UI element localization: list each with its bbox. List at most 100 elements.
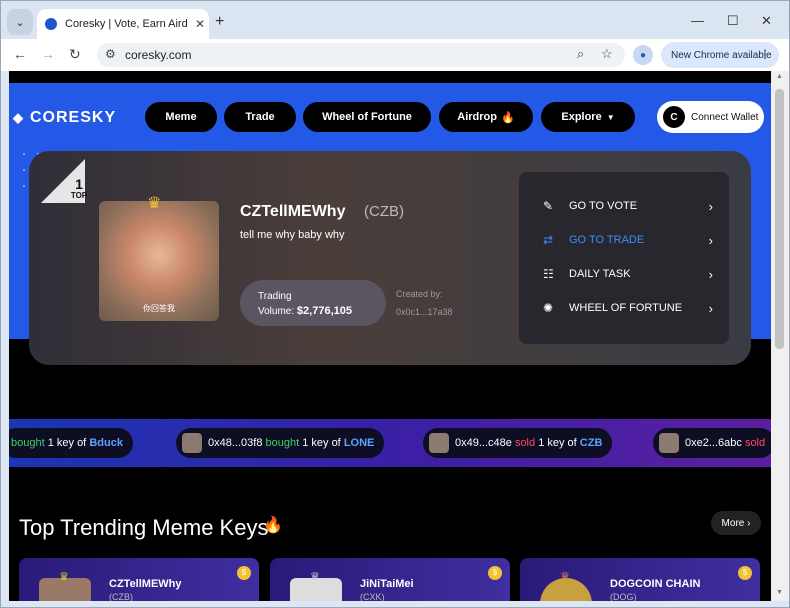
new-tab-icon[interactable]: + [215, 13, 224, 31]
reward-coin-icon: $ [488, 566, 502, 580]
wheel-icon: ✺ [543, 301, 554, 315]
ticker-token: Bduck [89, 437, 123, 449]
reload-icon[interactable]: ↻ [69, 46, 81, 63]
crown-icon: ♛ [560, 571, 570, 583]
token-ticker: (CZB) [364, 203, 404, 220]
volume-value: $2,776,105 [296, 305, 352, 317]
scroll-up-icon[interactable]: ▲ [776, 73, 783, 80]
ticker-text: 1 key of [302, 437, 341, 449]
chevron-right-icon: › [708, 266, 713, 282]
nav-explore[interactable]: Explore ▼ [541, 102, 635, 132]
profile-avatar-icon[interactable]: ● [633, 45, 653, 65]
menu-daily-task[interactable]: ☷ DAILY TASK › [543, 264, 713, 284]
browser-toolbar: ← → ↻ ⚙ coresky.com ⌕ ☆ ● New Chrome ava… [1, 39, 789, 71]
logo-text: CORESKY [30, 109, 117, 126]
trending-card[interactable]: ♛ DOGCOIN CHAIN (DOG) $ [520, 558, 760, 601]
scroll-down-icon[interactable]: ▼ [776, 589, 783, 596]
wallet-icon: C [663, 106, 685, 128]
ticker-item[interactable]: 0x48...03f8 bought 1 key of LONE [176, 428, 385, 458]
zoom-icon[interactable]: ⌕ [577, 46, 584, 62]
chevron-right-icon: › [708, 232, 713, 248]
ticker-address: 0x49...c48e [455, 437, 512, 449]
created-by-label: Created by: [396, 289, 443, 299]
page-scrollbar[interactable]: ▲ ▼ [771, 71, 789, 601]
more-label: More [721, 517, 745, 529]
activity-ticker: bought 1 key of Bduck 0x48...03f8 bought… [9, 419, 771, 467]
bookmark-star-icon[interactable]: ☆ [601, 46, 613, 62]
site-settings-icon[interactable]: ⚙ [105, 47, 116, 61]
trending-card[interactable]: ♛ CZTellMEWhy (CZB) $ [19, 558, 259, 601]
chevron-right-icon: › [708, 198, 713, 214]
crown-icon: ♛ [59, 571, 69, 583]
volume-label: Trading [258, 291, 292, 302]
menu-label: WHEEL OF FORTUNE [569, 302, 683, 314]
nav-label: Meme [165, 111, 197, 123]
ticker-item[interactable]: 0xe2...6abc sold [653, 428, 771, 458]
avatar [429, 433, 449, 453]
nav-wheel-of-fortune[interactable]: Wheel of Fortune [303, 102, 431, 132]
logo-diamond-icon: ◆ [13, 110, 24, 125]
ticker-address: 0xe2...6abc [685, 437, 742, 449]
chevron-down-icon: ⌄ [15, 16, 25, 29]
ticker-item[interactable]: bought 1 key of Bduck [9, 428, 133, 458]
ticker-token: CZB [579, 437, 603, 449]
rank-number: 1 [75, 176, 83, 192]
minimize-icon[interactable]: — [691, 13, 704, 28]
back-icon[interactable]: ← [13, 46, 27, 62]
featured-card[interactable]: 1 TOP ♛ 你回答我 CZTellMEWhy (CZB) tell me wh… [29, 151, 751, 365]
card-name: DOGCOIN CHAIN [610, 578, 701, 590]
tab-search-button[interactable]: ⌄ [7, 9, 33, 35]
reward-coin-icon: $ [738, 566, 752, 580]
trending-card[interactable]: ♛ JiNiTaiMei (CXK) $ [270, 558, 510, 601]
card-ticker: (CZB) [109, 592, 133, 601]
close-window-icon[interactable]: ✕ [761, 13, 772, 29]
crown-icon: ♛ [310, 571, 320, 583]
menu-wheel-of-fortune[interactable]: ✺ WHEEL OF FORTUNE › [543, 298, 713, 318]
swap-icon: ⇄ [543, 233, 554, 247]
connect-wallet-button[interactable]: C Connect Wallet [657, 101, 764, 133]
crown-icon: ♛ [147, 195, 162, 212]
token-name[interactable]: CZTellMEWhy [240, 203, 345, 221]
ticker-action: sold [744, 437, 766, 449]
nav-airdrop[interactable]: Airdrop 🔥 [439, 102, 533, 132]
task-icon: ☷ [543, 267, 554, 281]
active-tab[interactable]: Coresky | Vote, Earn Airdrops, a ✕ [37, 9, 209, 39]
caret-down-icon: ▼ [606, 112, 615, 122]
menu-label: GO TO VOTE [569, 200, 638, 212]
forward-icon[interactable]: → [41, 46, 55, 62]
url-text[interactable]: coresky.com [125, 48, 191, 62]
ticker-address: 0x48...03f8 [208, 437, 263, 449]
nav-label: Wheel of Fortune [322, 111, 412, 123]
menu-dots-icon[interactable]: ⋮ [759, 47, 771, 61]
ticker-action: sold [514, 437, 536, 449]
scrollbar-thumb[interactable] [775, 89, 784, 349]
image-caption: 你回答我 [143, 304, 175, 313]
close-tab-icon[interactable]: ✕ [195, 17, 205, 31]
action-menu: ✎ GO TO VOTE › ⇄ GO TO TRADE › ☷ DAILY TASK › … [519, 172, 729, 344]
address-bar[interactable]: ⚙ coresky.com ⌕ ☆ [97, 43, 625, 67]
menu-label: GO TO TRADE [569, 234, 645, 246]
menu-go-to-trade[interactable]: ⇄ GO TO TRADE › [543, 230, 713, 250]
browser-window: ⌄ Coresky | Vote, Earn Airdrops, a ✕ + —… [0, 0, 790, 608]
menu-go-to-vote[interactable]: ✎ GO TO VOTE › [543, 196, 713, 216]
maximize-icon[interactable]: ☐ [727, 13, 739, 29]
more-button[interactable]: More › [711, 511, 761, 535]
volume-prefix: Volume: [258, 306, 295, 317]
chrome-update-button[interactable]: New Chrome available ⋮ [661, 42, 779, 68]
card-ticker: (CXK) [360, 592, 385, 601]
site-favicon-icon [45, 18, 57, 30]
ticker-text: 1 key of [47, 437, 87, 449]
card-name: JiNiTaiMei [360, 578, 414, 590]
nav-label: Explore [561, 111, 602, 123]
ticker-text: 1 key of [538, 437, 577, 449]
vote-icon: ✎ [543, 199, 554, 213]
rank-label: TOP [70, 191, 88, 200]
fire-icon: 🔥 [501, 111, 515, 124]
nav-meme[interactable]: Meme [145, 102, 217, 132]
ticker-item[interactable]: 0x49...c48e sold 1 key of CZB [423, 428, 613, 458]
coresky-logo[interactable]: ◆ CORESKY [13, 109, 116, 127]
ticker-token: LONE [343, 437, 375, 449]
trading-volume-pill: Trading Volume: $2,776,105 [240, 280, 386, 326]
creator-address[interactable]: 0x0c1...17a38 [396, 307, 453, 317]
nav-trade[interactable]: Trade [224, 102, 296, 132]
